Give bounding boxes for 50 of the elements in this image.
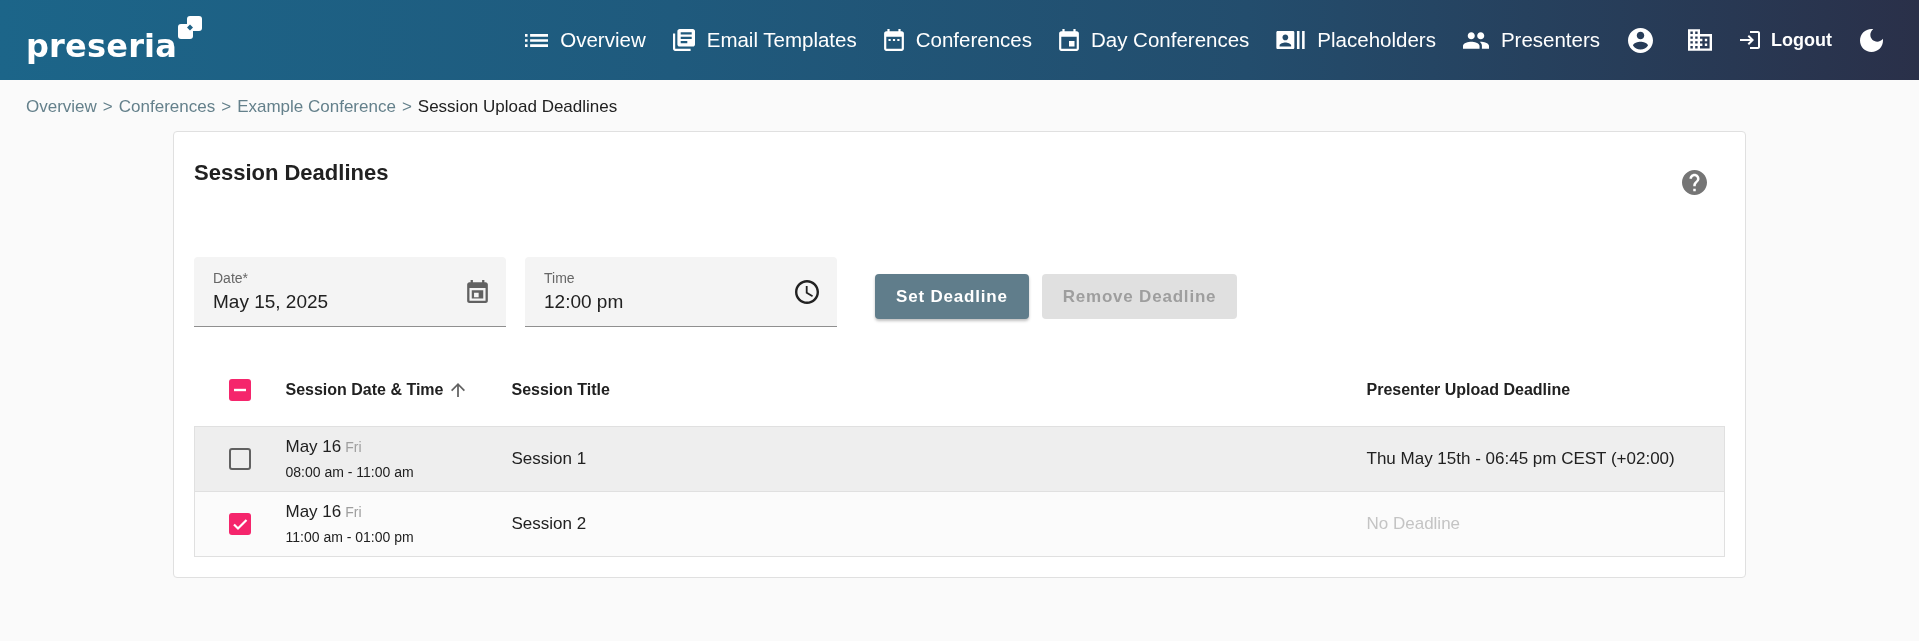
breadcrumb-current: Session Upload Deadlines: [417, 97, 618, 116]
nav-link[interactable]: Email Templates: [672, 28, 857, 52]
logo-icon: [178, 16, 203, 40]
time-field[interactable]: Time 12:00 pm: [525, 257, 837, 327]
logo-text[interactable]: preseria: [26, 30, 178, 62]
calendar-icon: [883, 29, 904, 51]
session-time: 08:00 am - 11:00 am: [285, 463, 414, 480]
breadcrumb-link[interactable]: Overview: [26, 97, 97, 116]
moon-icon[interactable]: [1860, 28, 1883, 52]
nav-link[interactable]: Conferences: [883, 28, 1032, 52]
help-icon[interactable]: [1682, 170, 1707, 195]
weekday-label: Fri: [345, 503, 362, 520]
column-header[interactable]: Presenter Upload Deadline: [1366, 377, 1571, 402]
nav-link[interactable]: Overview: [525, 28, 646, 52]
session-date: May 16: [285, 501, 342, 521]
breadcrumb-link[interactable]: Example Conference: [237, 97, 396, 116]
building-icon[interactable]: [1688, 29, 1712, 51]
people-icon: [1462, 31, 1489, 49]
table-row[interactable]: May 16 Fri 08:00 am - 11:00 am Session 1 Thu May 15th - 06:45 pm CEST (+02:00): [194, 426, 1725, 491]
stacked-pages-icon: [672, 29, 695, 51]
clock-icon[interactable]: [795, 279, 819, 304]
logout-link[interactable]: Logout: [1740, 28, 1832, 52]
list-icon: [525, 33, 549, 47]
column-header[interactable]: Session Title: [511, 377, 610, 402]
date-field[interactable]: Date* May 15, 2025: [194, 257, 506, 327]
select-all-checkbox[interactable]: [228, 378, 251, 401]
session-time: 11:00 am - 01:00 pm: [285, 528, 414, 545]
column-header[interactable]: Session Date & Time: [285, 377, 444, 402]
nav-link[interactable]: Placeholders: [1276, 28, 1436, 52]
row-checkbox[interactable]: [229, 512, 251, 535]
calendar-icon[interactable]: [467, 280, 488, 303]
arrow-box-icon: [1740, 31, 1760, 49]
breadcrumb-separator: >: [102, 97, 113, 116]
sort-arrow-icon[interactable]: [451, 382, 466, 397]
session-title: Session 1: [511, 448, 587, 468]
nav-link[interactable]: Day Conferences: [1058, 28, 1250, 52]
card-title: Session Deadlines: [194, 159, 389, 187]
breadcrumb-separator: >: [401, 97, 412, 116]
upload-deadline: Thu May 15th - 06:45 pm CEST (+02:00): [1366, 448, 1675, 468]
breadcrumb-link[interactable]: Conferences: [118, 97, 216, 116]
session-date: May 16: [285, 436, 342, 456]
calendar-icon: [1058, 29, 1079, 51]
session-title: Session 2: [511, 513, 587, 533]
nav-link[interactable]: Presenters: [1462, 28, 1600, 52]
set-deadline-button[interactable]: Set Deadline: [875, 274, 1029, 319]
breadcrumb-separator: >: [221, 97, 232, 116]
contact-card-icon: [1276, 31, 1306, 49]
account-icon[interactable]: [1628, 27, 1653, 53]
row-checkbox[interactable]: [229, 447, 251, 470]
weekday-label: Fri: [345, 438, 362, 455]
